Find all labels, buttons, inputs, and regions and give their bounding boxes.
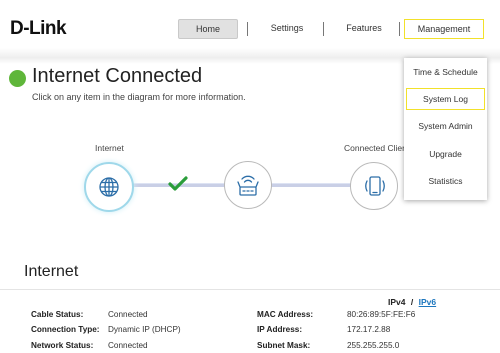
status-subtitle: Click on any item in the diagram for mor… bbox=[32, 92, 246, 102]
connection-type-value: Dynamic IP (DHCP) bbox=[108, 325, 181, 334]
device-icon bbox=[365, 176, 385, 196]
menu-item-time-schedule[interactable]: Time & Schedule bbox=[404, 62, 487, 82]
ip-address-value: 172.17.2.88 bbox=[347, 325, 391, 334]
subnet-mask-value: 255.255.255.0 bbox=[347, 341, 400, 350]
status-title: Internet Connected bbox=[32, 65, 203, 87]
check-icon bbox=[168, 176, 188, 191]
internet-section-title: Internet bbox=[24, 263, 79, 280]
section-divider bbox=[0, 289, 500, 290]
network-status-label: Network Status: bbox=[31, 341, 94, 350]
menu-item-system-log[interactable]: System Log bbox=[406, 88, 485, 110]
ipv4-tab[interactable]: IPv4 bbox=[388, 297, 406, 307]
cable-status-label: Cable Status: bbox=[31, 310, 84, 319]
globe-icon bbox=[99, 177, 119, 197]
ip-version-separator: / bbox=[410, 297, 414, 307]
status-indicator bbox=[9, 70, 26, 87]
nav-divider bbox=[247, 22, 248, 36]
router-node[interactable] bbox=[224, 161, 272, 209]
cable-status-value: Connected bbox=[108, 310, 148, 319]
nav-divider bbox=[399, 22, 400, 36]
router-icon bbox=[237, 175, 259, 196]
nav-divider bbox=[323, 22, 324, 36]
internet-node[interactable] bbox=[84, 162, 134, 212]
connection-type-label: Connection Type: bbox=[31, 325, 100, 334]
network-status-value: Connected bbox=[108, 341, 148, 350]
mac-address-value: 80:26:89:5F:FE:F6 bbox=[347, 310, 416, 319]
nav-features[interactable]: Features bbox=[335, 19, 393, 37]
ip-version-switch: IPv4 / IPv6 bbox=[388, 297, 436, 307]
ip-address-label: IP Address: bbox=[257, 325, 303, 334]
internet-label: Internet bbox=[95, 143, 124, 153]
ipv6-link[interactable]: IPv6 bbox=[419, 297, 437, 307]
nav-home[interactable]: Home bbox=[178, 19, 238, 39]
subnet-mask-label: Subnet Mask: bbox=[257, 341, 311, 350]
management-dropdown: Time & Schedule System Log System Admin … bbox=[404, 58, 487, 200]
nav-settings[interactable]: Settings bbox=[258, 19, 316, 37]
nav-management[interactable]: Management bbox=[404, 19, 484, 39]
clients-node[interactable] bbox=[350, 162, 398, 210]
clients-link-line bbox=[271, 183, 351, 187]
mac-address-label: MAC Address: bbox=[257, 310, 314, 319]
menu-item-system-admin[interactable]: System Admin bbox=[404, 116, 487, 136]
menu-item-statistics[interactable]: Statistics bbox=[404, 171, 487, 191]
dlink-logo[interactable]: D-Link bbox=[10, 18, 67, 40]
menu-item-upgrade[interactable]: Upgrade bbox=[404, 144, 487, 164]
